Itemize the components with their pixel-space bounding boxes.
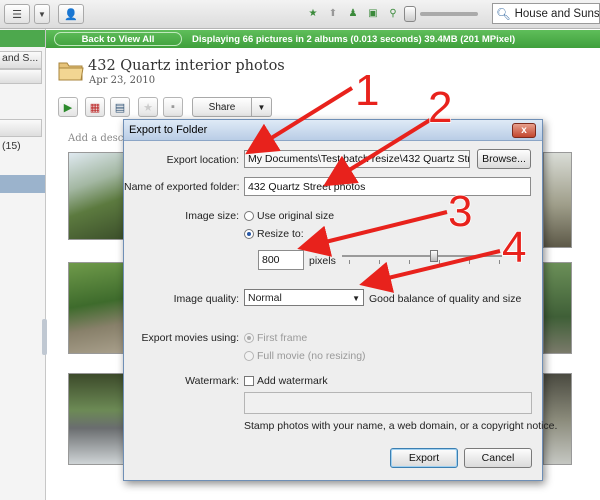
search-input[interactable]: 🔍︎ House and Sunsets <box>492 3 600 24</box>
add-watermark-checkbox[interactable] <box>244 376 254 386</box>
export-location-field[interactable]: My Documents\Test batch resize\432 Quart… <box>244 150 470 168</box>
search-value: House and Sunsets <box>514 7 600 20</box>
resize-to-radio[interactable] <box>244 229 254 239</box>
chevron-down-icon: ▼ <box>352 294 360 303</box>
dialog-title: Export to Folder <box>129 124 208 136</box>
selected-folder-item[interactable] <box>0 175 45 193</box>
movie-icon[interactable]: ▣ <box>366 6 380 20</box>
star-icon[interactable]: ★ <box>306 6 320 20</box>
watermark-hint: Stamp photos with your name, a web domai… <box>244 420 558 432</box>
save-button[interactable]: ▪ <box>163 97 183 117</box>
collage-button[interactable]: ▤ <box>110 97 130 117</box>
photo-thumbnail[interactable] <box>68 152 128 240</box>
people-button[interactable]: 👤 <box>58 4 84 24</box>
play-icon: ▶ <box>63 101 73 114</box>
full-movie-label: Full movie (no resizing) <box>257 350 366 362</box>
edit-icon: ▦ <box>89 101 101 114</box>
use-original-size-label[interactable]: Use original size <box>257 210 334 222</box>
folder-panel: and S... (15) <box>0 29 47 500</box>
zoom-slider-track[interactable] <box>420 12 478 16</box>
photo-thumbnail[interactable] <box>68 373 128 465</box>
photo-thumbnail[interactable] <box>543 373 572 465</box>
image-size-label: Image size: <box>185 210 239 222</box>
panel-item-bar[interactable] <box>0 119 42 137</box>
album-list-item[interactable]: and S... <box>2 52 38 64</box>
person-filter-icon[interactable]: ♟ <box>346 6 360 20</box>
view-dropdown-button[interactable]: ▼ <box>34 4 50 24</box>
export-location-label: Export location: <box>166 154 239 166</box>
slider-tick <box>379 260 380 264</box>
album-date: Apr 23, 2010 <box>89 75 156 86</box>
slider-tick <box>499 260 500 264</box>
image-quality-value: Normal <box>248 291 282 304</box>
star-button[interactable]: ★ <box>138 97 158 117</box>
chevron-down-icon: ▼ <box>38 9 46 19</box>
folder-name-label: Name of exported folder: <box>124 181 240 193</box>
use-original-size-radio[interactable] <box>244 211 254 221</box>
album-title[interactable]: 432 Quartz interior photos <box>88 58 285 74</box>
collage-icon: ▤ <box>114 101 126 114</box>
slider-tick <box>409 260 410 264</box>
export-to-folder-dialog: Export to Folder x Export location: My D… <box>123 119 557 481</box>
zoom-slider-handle[interactable] <box>404 6 416 22</box>
dialog-title-bar[interactable]: Export to Folder x <box>124 120 542 141</box>
pixels-label: pixels <box>309 255 336 267</box>
folder-name-input[interactable]: 432 Quartz Street photos <box>244 177 531 196</box>
status-bar: Back to View All Displaying 66 pictures … <box>46 30 600 48</box>
top-toolbar: ☰ ▼ 👤 ★ ⬆ ♟ ▣ ⚲ 🔍︎ House and Sunsets <box>0 0 600 29</box>
list-icon: ☰ <box>12 8 22 21</box>
resize-to-label[interactable]: Resize to: <box>257 228 304 240</box>
album-count: (15) <box>2 140 21 152</box>
zoom-toolbar: ★ ⬆ ♟ ▣ ⚲ <box>302 4 412 24</box>
slideshow-button[interactable]: ▶ <box>58 97 78 117</box>
resize-pixels-input[interactable]: 800 <box>258 250 304 270</box>
photo-thumbnail[interactable] <box>543 152 572 248</box>
panel-resize-handle[interactable] <box>42 319 47 355</box>
location-pin-icon[interactable]: ⚲ <box>386 6 400 20</box>
image-quality-select[interactable]: Normal ▼ <box>244 289 364 306</box>
watermark-text-field[interactable] <box>244 392 532 414</box>
add-watermark-label[interactable]: Add watermark <box>257 375 328 387</box>
list-view-button[interactable]: ☰ <box>4 4 30 24</box>
status-text: Displaying 66 pictures in 2 albums (0.01… <box>192 33 516 45</box>
resize-slider-handle[interactable] <box>430 250 438 262</box>
image-quality-label: Image quality: <box>173 293 239 305</box>
photo-thumbnail[interactable] <box>68 262 128 354</box>
export-button[interactable]: Export <box>390 448 458 468</box>
panel-header-bar <box>0 30 45 47</box>
watermark-label: Watermark: <box>185 375 239 387</box>
add-description-field[interactable]: Add a descri <box>68 133 131 144</box>
full-movie-radio[interactable] <box>244 351 254 361</box>
browse-button[interactable]: Browse... <box>477 149 531 169</box>
star-icon: ★ <box>143 101 153 114</box>
cancel-button[interactable]: Cancel <box>464 448 532 468</box>
resize-slider-track[interactable] <box>342 255 502 257</box>
search-icon: 🔍︎ <box>496 8 511 21</box>
close-button[interactable]: x <box>512 123 536 138</box>
slider-tick <box>439 260 440 264</box>
first-frame-label: First frame <box>257 332 308 344</box>
edit-button[interactable]: ▦ <box>85 97 105 117</box>
slider-tick <box>469 260 470 264</box>
back-to-view-all-button[interactable]: Back to View All <box>54 32 182 46</box>
first-frame-radio[interactable] <box>244 333 254 343</box>
share-dropdown-button[interactable]: ▼ <box>252 97 272 117</box>
annotation-number-1: 1 <box>355 66 379 115</box>
export-movies-label: Export movies using: <box>141 332 239 344</box>
photo-thumbnail[interactable] <box>543 262 572 354</box>
folder-icon <box>58 62 84 81</box>
panel-item-bar[interactable] <box>0 69 42 84</box>
image-quality-hint: Good balance of quality and size <box>369 293 522 305</box>
album-action-bar: ▶ ▦ ▤ ★ ▪ Share ▼ <box>58 97 278 119</box>
save-icon: ▪ <box>171 101 175 113</box>
chevron-down-icon: ▼ <box>257 102 266 112</box>
slider-tick <box>349 260 350 264</box>
person-icon: 👤 <box>64 8 78 21</box>
upload-icon[interactable]: ⬆ <box>326 6 340 20</box>
close-icon: x <box>521 125 527 136</box>
share-button[interactable]: Share <box>192 97 252 117</box>
